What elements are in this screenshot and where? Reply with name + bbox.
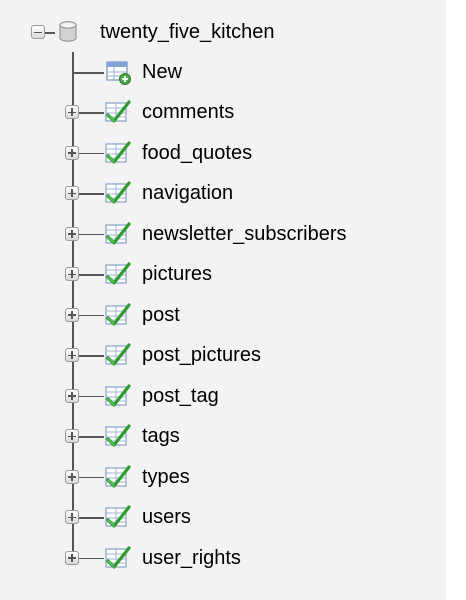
table-row-newsletter-subscribers[interactable]: newsletter_subscribers	[0, 214, 440, 254]
table-name-label[interactable]: navigation	[142, 179, 233, 207]
tree-connector-line	[79, 152, 104, 154]
table-row-post-tag[interactable]: post_tag	[0, 376, 440, 416]
table-row-navigation[interactable]: navigation	[0, 173, 440, 213]
table-name-label[interactable]: types	[142, 463, 190, 491]
table-name-label[interactable]: post	[142, 301, 180, 329]
expand-icon[interactable]	[65, 105, 79, 119]
tree-connector-line	[79, 517, 104, 519]
tree-connector-line	[79, 355, 104, 357]
database-icon	[59, 21, 77, 42]
tree-connector-line	[45, 32, 55, 34]
table-name-label[interactable]: newsletter_subscribers	[142, 220, 347, 248]
table-icon	[105, 505, 131, 528]
table-name-label[interactable]: tags	[142, 422, 180, 450]
expand-icon[interactable]	[65, 469, 79, 484]
expand-icon[interactable]	[65, 186, 79, 200]
collapse-icon[interactable]	[31, 25, 45, 39]
tree-connector-line	[79, 314, 104, 316]
table-icon	[105, 262, 131, 285]
table-name-label[interactable]: food_quotes	[142, 139, 252, 167]
table-name-label[interactable]: users	[142, 503, 191, 531]
table-icon	[105, 221, 131, 245]
tree-connector-line	[72, 72, 104, 74]
expand-icon[interactable]	[65, 307, 79, 322]
navigation-tree-panel: twenty_five_kitchen New comments food_qu…	[0, 0, 466, 600]
expand-icon[interactable]	[65, 388, 79, 403]
table-row-post-pictures[interactable]: post_pictures	[0, 335, 440, 375]
tree-connector-line	[79, 233, 104, 235]
table-icon	[105, 140, 131, 164]
tree-connector-line	[79, 274, 104, 276]
table-row-user-rights[interactable]: user_rights	[0, 538, 440, 578]
table-icon	[105, 464, 131, 488]
table-row-tags[interactable]: tags	[0, 416, 440, 456]
table-icon	[105, 343, 131, 366]
tree-connector-line	[79, 112, 104, 114]
table-icon	[105, 545, 131, 569]
tree-connector-line	[79, 193, 104, 195]
tree-connector-line	[79, 436, 104, 438]
table-icon	[105, 100, 131, 123]
expand-icon[interactable]	[65, 510, 79, 524]
tree-connector-line	[79, 476, 104, 478]
table-name-label[interactable]: pictures	[142, 260, 212, 288]
table-icon	[105, 181, 131, 204]
database-name-label[interactable]: twenty_five_kitchen	[100, 18, 275, 46]
table-icon	[105, 302, 131, 326]
table-row-pictures[interactable]: pictures	[0, 254, 440, 294]
table-row-food-quotes[interactable]: food_quotes	[0, 133, 440, 173]
tree-node-database[interactable]: twenty_five_kitchen	[0, 12, 440, 52]
new-table-label[interactable]: New	[142, 58, 182, 86]
expand-icon[interactable]	[65, 429, 79, 443]
table-name-label[interactable]: post_pictures	[142, 341, 261, 369]
tree-connector-line	[79, 395, 104, 397]
table-name-label[interactable]: post_tag	[142, 382, 219, 410]
table-row-post[interactable]: post	[0, 295, 440, 335]
expand-icon[interactable]	[65, 348, 79, 362]
new-table-icon	[106, 61, 131, 85]
expand-icon[interactable]	[65, 267, 79, 281]
table-row-comments[interactable]: comments	[0, 92, 440, 132]
tree-node-new-table[interactable]: New	[0, 52, 440, 92]
expand-icon[interactable]	[65, 226, 79, 241]
tree-connector-line	[79, 557, 104, 559]
table-icon	[105, 383, 131, 407]
table-icon	[105, 424, 131, 447]
table-name-label[interactable]: user_rights	[142, 544, 241, 572]
table-row-users[interactable]: users	[0, 497, 440, 537]
expand-icon[interactable]	[65, 550, 79, 565]
expand-icon[interactable]	[65, 145, 79, 160]
table-row-types[interactable]: types	[0, 457, 440, 497]
table-name-label[interactable]: comments	[142, 98, 234, 126]
